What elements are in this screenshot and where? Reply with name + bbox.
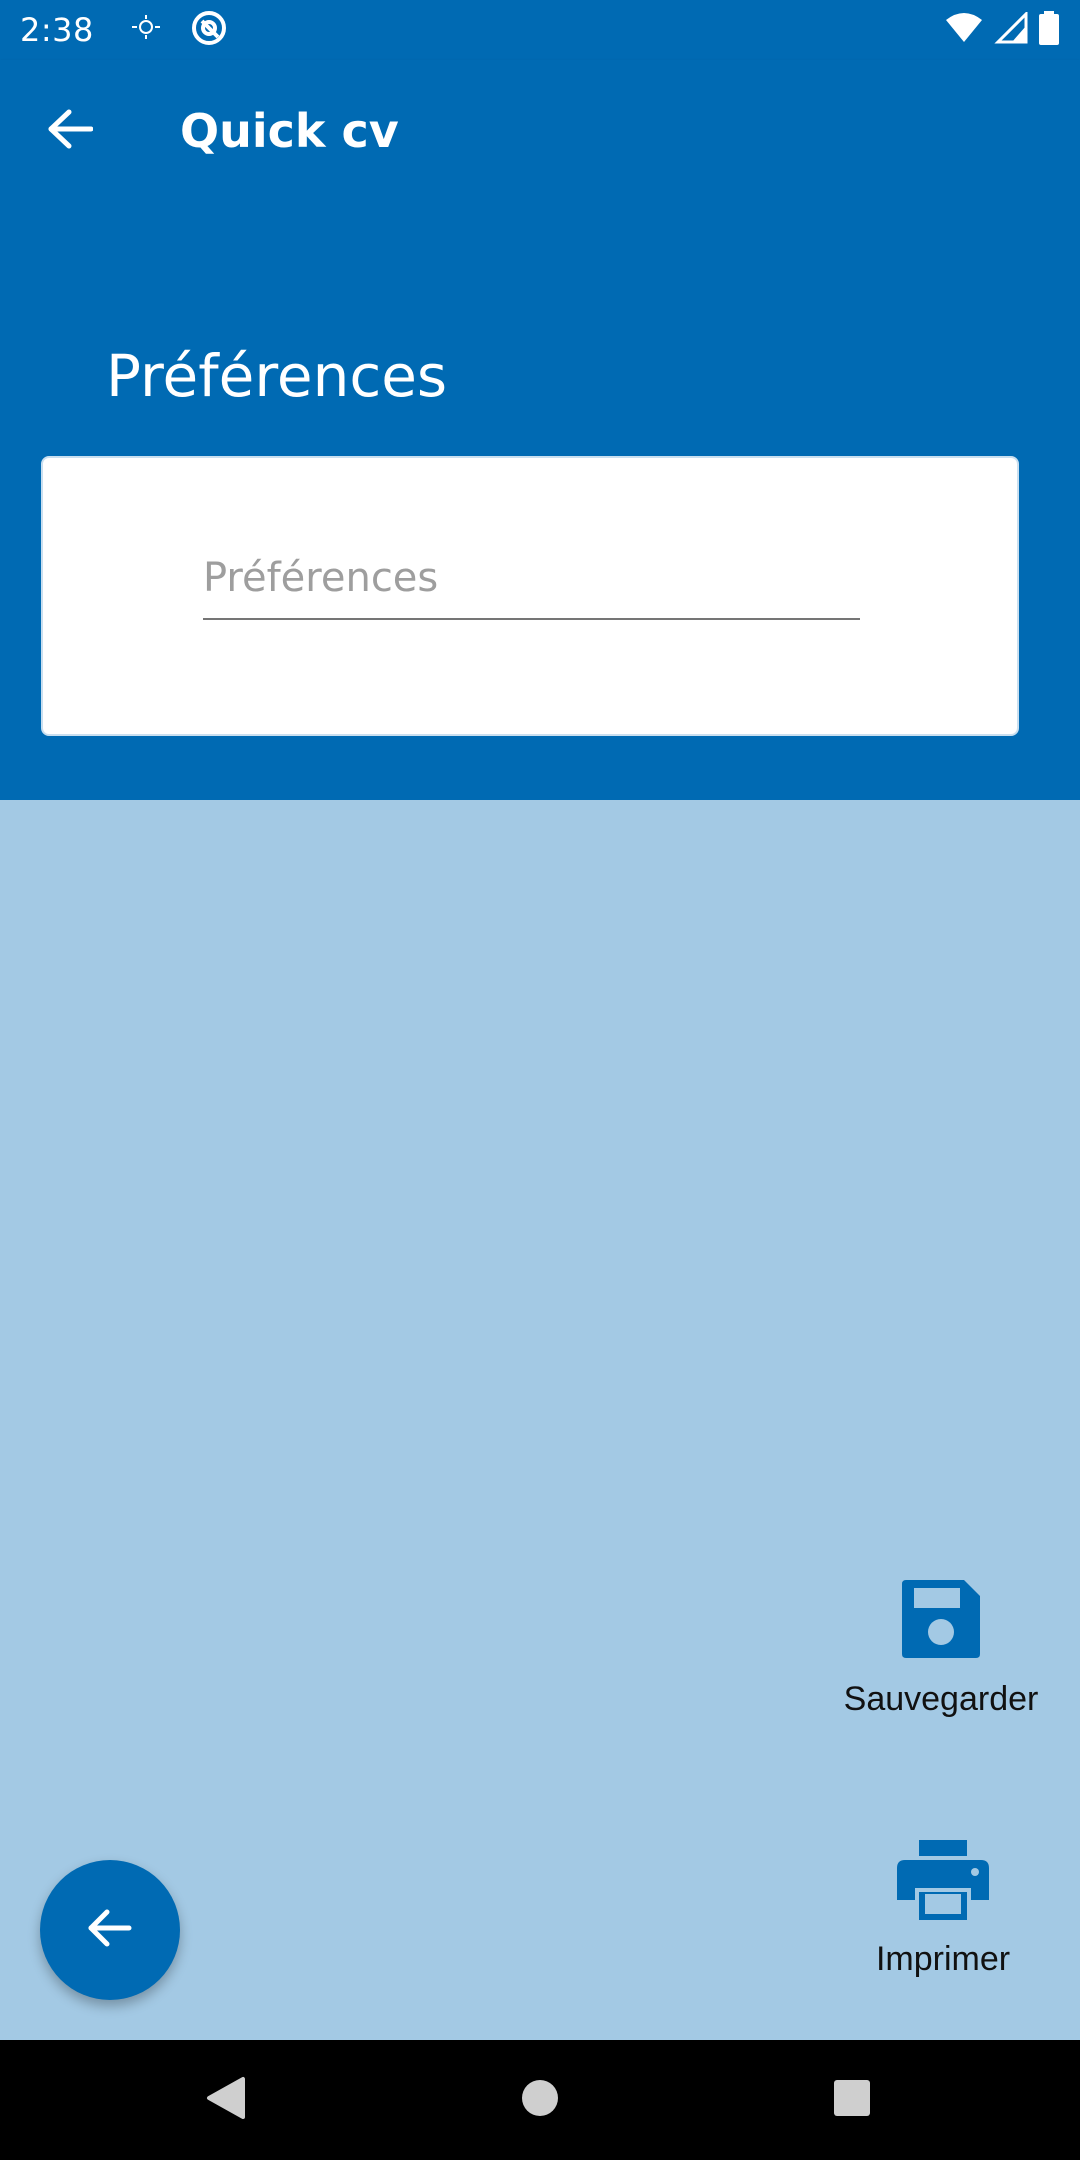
triangle-back-icon [203, 2075, 247, 2125]
save-button[interactable]: Sauvegarder [821, 1576, 1061, 1719]
save-label: Sauvegarder [843, 1680, 1039, 1718]
back-button[interactable] [35, 96, 105, 166]
section-title: Préférences [106, 342, 448, 410]
print-button[interactable]: Imprimer [823, 1838, 1063, 1979]
arrow-left-icon [87, 1908, 133, 1952]
app-title: Quick cv [180, 104, 399, 158]
printer-icon [895, 1838, 991, 1926]
status-time: 2:38 [20, 11, 94, 49]
nav-back-button[interactable] [165, 2050, 285, 2150]
nav-recents-button[interactable] [792, 2050, 912, 2150]
signal-icon [994, 10, 1028, 48]
square-recents-icon [832, 2078, 872, 2122]
status-icons-right [944, 10, 1060, 49]
arrow-left-icon [47, 109, 94, 153]
app-bar: Quick cv [0, 60, 1080, 202]
status-bar: 2:38 [0, 0, 1080, 60]
back-fab[interactable] [40, 1860, 180, 2000]
floppy-disk-icon [898, 1576, 984, 1666]
at-sign-icon [190, 9, 228, 51]
preferences-input[interactable] [203, 548, 860, 620]
wifi-icon [944, 12, 984, 48]
status-icons-left [128, 9, 228, 51]
preferences-card [41, 456, 1019, 736]
weather-sun-icon [128, 13, 164, 47]
header-region: Préférences [0, 202, 1080, 800]
nav-home-button[interactable] [480, 2050, 600, 2150]
battery-icon [1038, 11, 1060, 49]
print-label: Imprimer [875, 1940, 1011, 1978]
system-nav-bar [0, 2040, 1080, 2160]
circle-home-icon [520, 2078, 560, 2122]
